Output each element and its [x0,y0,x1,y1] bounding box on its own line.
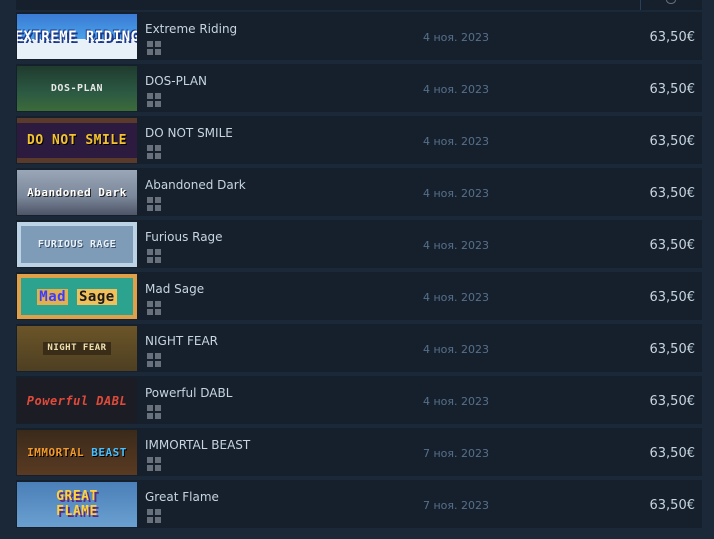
game-capsule-image[interactable]: EXTREME RIDING [17,14,137,59]
release-date: 4 ноя. 2023 [423,291,490,304]
capsule-logo-part: Mad [37,288,69,305]
game-title[interactable]: IMMORTAL BEAST [145,438,250,452]
sort-icon[interactable] [666,0,676,4]
capsule-logo: Powerful DABL [26,393,128,408]
price: 63,50€ [649,498,696,513]
game-capsule-image[interactable]: FURIOUS RAGE [17,222,137,267]
header-divider [640,0,641,10]
capsule-logo: FURIOUS RAGE [37,238,117,250]
capsule-logo: EXTREME RIDING [17,28,137,45]
release-date: 4 ноя. 2023 [423,83,490,96]
game-title[interactable]: Extreme Riding [145,22,237,36]
capsule-logo: GREAT FLAME [56,489,98,519]
windows-icon [147,145,161,159]
release-date: 4 ноя. 2023 [423,135,490,148]
price: 63,50€ [649,134,696,149]
release-date: 4 ноя. 2023 [423,395,490,408]
game-row-powerful-dabl[interactable]: Powerful DABL Powerful DABL 4 ноя. 2023 … [16,376,702,424]
capsule-logo: DOS-PLAN [50,82,104,94]
price: 63,50€ [649,446,696,461]
windows-icon [147,301,161,315]
price: 63,50€ [649,290,696,305]
price: 63,50€ [649,394,696,409]
game-capsule-image[interactable]: Abandoned Dark [17,170,137,215]
game-title[interactable]: NIGHT FEAR [145,334,218,348]
price: 63,50€ [649,186,696,201]
game-capsule-image[interactable]: DO NOT SMILE [17,118,137,163]
release-date: 7 ноя. 2023 [423,447,490,460]
price: 63,50€ [649,82,696,97]
game-row-immortal-beast[interactable]: IMMORTAL BEAST IMMORTAL BEAST 7 ноя. 202… [16,428,702,476]
game-capsule-image[interactable]: NIGHT FEAR [17,326,137,371]
game-row-do-not-smile[interactable]: DO NOT SMILE DO NOT SMILE 4 ноя. 2023 63… [16,116,702,164]
capsule-logo: DO NOT SMILE [27,133,127,148]
release-date: 4 ноя. 2023 [423,239,490,252]
game-row-dos-plan[interactable]: DOS-PLAN DOS-PLAN 4 ноя. 2023 63,50€ [16,64,702,112]
release-date: 4 ноя. 2023 [423,187,490,200]
game-title[interactable]: Abandoned Dark [145,178,246,192]
windows-icon [147,405,161,419]
game-row-abandoned-dark[interactable]: Abandoned Dark Abandoned Dark 4 ноя. 202… [16,168,702,216]
capsule-logo: NIGHT FEAR [43,342,111,355]
price: 63,50€ [649,342,696,357]
capsule-logo-part: BEAST [91,446,127,459]
windows-icon [147,457,161,471]
game-row-furious-rage[interactable]: FURIOUS RAGE Furious Rage 4 ноя. 2023 63… [16,220,702,268]
game-title[interactable]: Great Flame [145,490,219,504]
release-date: 4 ноя. 2023 [423,343,490,356]
windows-icon [147,93,161,107]
price: 63,50€ [649,238,696,253]
list-header-bar [16,0,702,10]
game-capsule-image[interactable]: GREAT FLAME [17,482,137,527]
game-list: EXTREME RIDING Extreme Riding 4 ноя. 202… [16,12,702,532]
game-row-great-flame[interactable]: GREAT FLAME Great Flame 7 ноя. 2023 63,5… [16,480,702,528]
windows-icon [147,353,161,367]
release-date: 4 ноя. 2023 [423,31,490,44]
game-capsule-image[interactable]: IMMORTAL BEAST [17,430,137,475]
release-date: 7 ноя. 2023 [423,499,490,512]
price: 63,50€ [649,30,696,45]
game-capsule-image[interactable]: Mad Sage [17,274,137,319]
capsule-logo-part: IMMORTAL [27,446,85,459]
game-capsule-image[interactable]: DOS-PLAN [17,66,137,111]
game-row-mad-sage[interactable]: Mad Sage Mad Sage 4 ноя. 2023 63,50€ [16,272,702,320]
windows-icon [147,249,161,263]
capsule-logo: Mad Sage [37,288,117,305]
windows-icon [147,197,161,211]
game-title[interactable]: Furious Rage [145,230,223,244]
game-row-extreme-riding[interactable]: EXTREME RIDING Extreme Riding 4 ноя. 202… [16,12,702,60]
windows-icon [147,509,161,523]
capsule-logo-part: Sage [77,288,117,305]
game-title[interactable]: DOS-PLAN [145,74,207,88]
capsule-logo: Abandoned Dark [27,186,127,199]
game-row-night-fear[interactable]: NIGHT FEAR NIGHT FEAR 4 ноя. 2023 63,50€ [16,324,702,372]
game-title[interactable]: Powerful DABL [145,386,232,400]
windows-icon [147,41,161,55]
capsule-logo: IMMORTAL BEAST [27,447,127,458]
game-title[interactable]: DO NOT SMILE [145,126,233,140]
game-capsule-image[interactable]: Powerful DABL [17,378,137,423]
game-title[interactable]: Mad Sage [145,282,204,296]
